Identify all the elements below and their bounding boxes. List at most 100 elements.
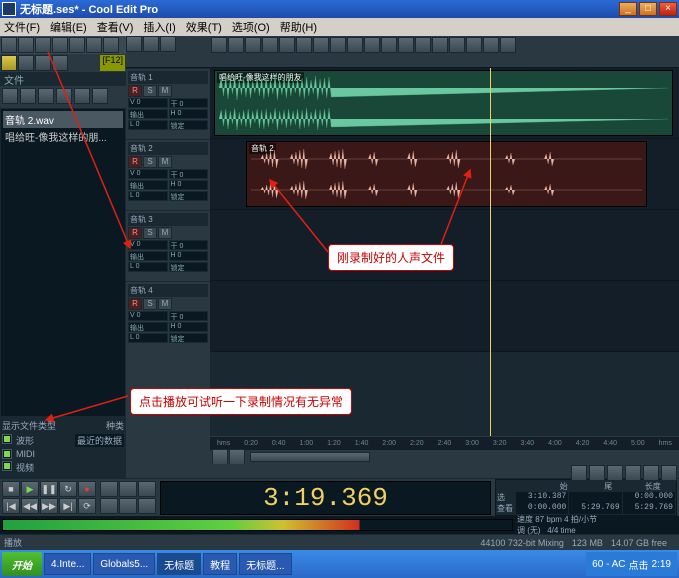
track-out[interactable]: 输出 xyxy=(128,109,168,119)
track-name[interactable]: 音轨 4 xyxy=(128,284,208,297)
track-arm-btn[interactable]: R xyxy=(128,298,142,310)
track-solo-btn[interactable]: S xyxy=(143,298,157,310)
bpm-value[interactable]: 87 xyxy=(535,515,544,524)
mode-btn[interactable] xyxy=(52,55,68,71)
file-list[interactable]: 音轨 2.wav 唱给旺-像我这样的朋... xyxy=(0,108,126,417)
toolbar-btn[interactable] xyxy=(296,37,312,53)
menu-effects[interactable]: 效果(T) xyxy=(186,19,222,35)
sel-len[interactable]: 0:00.000 xyxy=(623,492,675,503)
track-L[interactable]: L 0 xyxy=(128,333,168,343)
timeline-header[interactable] xyxy=(210,54,679,68)
track-L[interactable]: L 0 xyxy=(128,191,168,201)
mode-btn[interactable] xyxy=(35,55,51,71)
zoom-btn[interactable] xyxy=(661,465,677,481)
toolbar-btn[interactable] xyxy=(330,37,346,53)
toolbar-btn[interactable] xyxy=(52,37,68,53)
toolbar-btn[interactable] xyxy=(1,37,17,53)
file-open-btn[interactable] xyxy=(2,88,18,104)
track-L[interactable]: L 0 xyxy=(128,262,168,272)
toolbar-btn[interactable] xyxy=(398,37,414,53)
view-len[interactable]: 5:29.769 xyxy=(623,503,675,514)
task-item[interactable]: Globals5... xyxy=(93,553,155,575)
menu-edit[interactable]: 编辑(E) xyxy=(50,19,87,35)
track-lock[interactable]: 锁定 xyxy=(169,262,209,272)
play-loop-button[interactable]: ↻ xyxy=(59,481,77,497)
track-arm-btn[interactable]: R xyxy=(128,156,142,168)
pause-button[interactable]: ❚❚ xyxy=(40,481,58,497)
track-header-4[interactable]: 音轨 4 RSM V 0干 0 输出H 0 L 0锁定 xyxy=(126,281,210,352)
toolbar-btn[interactable] xyxy=(449,37,465,53)
track-name[interactable]: 音轨 3 xyxy=(128,213,208,226)
task-item[interactable]: 4.Inte... xyxy=(44,553,91,575)
menu-options[interactable]: 选项(O) xyxy=(232,19,270,35)
audio-clip-vocal[interactable]: 音轨 2 xyxy=(246,141,647,207)
file-btn[interactable] xyxy=(92,88,108,104)
track-out[interactable]: 输出 xyxy=(128,251,168,261)
toolbar-btn[interactable] xyxy=(35,37,51,53)
toolbar-btn[interactable] xyxy=(347,37,363,53)
audio-clip-backing[interactable]: 唱给旺-像我这样的朋友 xyxy=(214,70,673,136)
toolbar-btn[interactable] xyxy=(228,37,244,53)
track-lane-1[interactable]: 唱给旺-像我这样的朋友 xyxy=(210,68,679,139)
track-arm-btn[interactable]: R xyxy=(128,227,142,239)
zoom-btn[interactable] xyxy=(138,498,156,514)
menu-bar[interactable]: 文件(F) 编辑(E) 查看(V) 插入(I) 效果(T) 选项(O) 帮助(H… xyxy=(0,18,679,36)
toolbar-btn[interactable] xyxy=(69,37,85,53)
track-lane-4[interactable] xyxy=(210,281,679,352)
zoom-btn[interactable] xyxy=(119,481,137,497)
track-solo-btn[interactable]: S xyxy=(143,227,157,239)
record-button[interactable]: ● xyxy=(78,481,96,497)
track-tool-btn[interactable] xyxy=(160,36,176,52)
file-btn[interactable] xyxy=(56,88,72,104)
track-solo-btn[interactable]: S xyxy=(143,156,157,168)
track-h[interactable]: H 0 xyxy=(169,180,209,190)
toolbar-btn[interactable] xyxy=(262,37,278,53)
track-name[interactable]: 音轨 1 xyxy=(128,71,208,84)
view-begin[interactable]: 0:00.000 xyxy=(516,503,568,514)
checkbox-midi[interactable] xyxy=(2,449,12,459)
file-btn[interactable] xyxy=(74,88,90,104)
track-mute-btn[interactable]: M xyxy=(158,156,172,168)
toolbar-btn[interactable] xyxy=(279,37,295,53)
track-arm-btn[interactable]: R xyxy=(128,85,142,97)
checkbox-video[interactable] xyxy=(2,461,12,471)
track-lock[interactable]: 锁定 xyxy=(169,333,209,343)
maximize-button[interactable]: □ xyxy=(639,2,657,16)
track-h[interactable]: H 0 xyxy=(169,109,209,119)
track-L[interactable]: L 0 xyxy=(128,120,168,130)
toolbar-btn[interactable] xyxy=(18,37,34,53)
file-btn[interactable] xyxy=(38,88,54,104)
track-vol[interactable]: V 0 xyxy=(128,311,168,321)
menu-file[interactable]: 文件(F) xyxy=(4,19,40,35)
file-item[interactable]: 唱给旺-像我这样的朋... xyxy=(3,128,123,145)
track-lock[interactable]: 锁定 xyxy=(169,191,209,201)
key-value[interactable]: (无) xyxy=(527,526,540,535)
toolbar-btn[interactable] xyxy=(483,37,499,53)
track-vol[interactable]: V 0 xyxy=(128,240,168,250)
file-item[interactable]: 音轨 2.wav xyxy=(3,111,123,128)
horizontal-scrollbar[interactable] xyxy=(210,450,679,464)
view-end[interactable]: 5:29.769 xyxy=(569,503,621,514)
zoom-btn[interactable] xyxy=(643,465,659,481)
track-vol[interactable]: V 0 xyxy=(128,169,168,179)
toolbar-btn[interactable] xyxy=(211,37,227,53)
menu-help[interactable]: 帮助(H) xyxy=(280,19,317,35)
track-lock[interactable]: 锁定 xyxy=(169,120,209,130)
track-dry[interactable]: 干 0 xyxy=(169,240,209,250)
toolbar-btn[interactable] xyxy=(500,37,516,53)
toolbar-btn[interactable] xyxy=(86,37,102,53)
toolbar-btn[interactable] xyxy=(381,37,397,53)
track-h[interactable]: H 0 xyxy=(169,251,209,261)
mode-btn[interactable] xyxy=(1,55,17,71)
rewind-button[interactable]: ◀◀ xyxy=(21,498,39,514)
task-item[interactable]: 教程 xyxy=(203,553,237,575)
toolbar-btn[interactable] xyxy=(432,37,448,53)
track-lane-2[interactable]: 音轨 2 xyxy=(210,139,679,210)
loop-button[interactable]: ⟳ xyxy=(78,498,96,514)
time-ruler[interactable]: hms0:200:401:001:201:402:002:202:403:003… xyxy=(210,436,679,450)
checkbox-wave[interactable] xyxy=(2,434,12,444)
minimize-button[interactable]: _ xyxy=(619,2,637,16)
menu-insert[interactable]: 插入(I) xyxy=(143,19,175,35)
toolbar-btn[interactable] xyxy=(245,37,261,53)
track-header-2[interactable]: 音轨 2 RSM V 0干 0 输出H 0 L 0锁定 xyxy=(126,139,210,210)
